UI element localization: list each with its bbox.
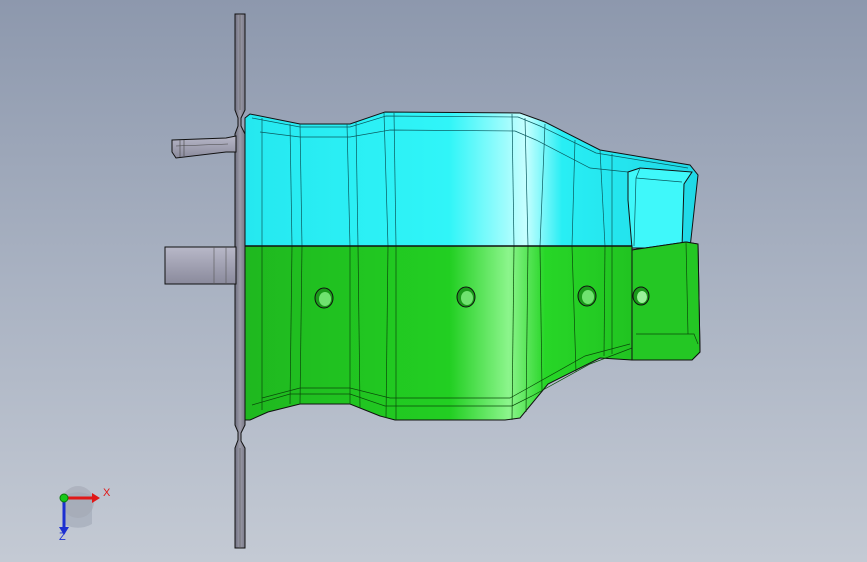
lower-pin[interactable]	[164, 246, 237, 285]
upper-half-body[interactable]	[244, 111, 699, 249]
coordinate-triad: X Z	[40, 480, 120, 550]
graphics-viewport[interactable]: X Z	[0, 0, 867, 562]
z-axis-label: Z	[59, 531, 66, 543]
upper-tab[interactable]	[171, 135, 237, 159]
y-axis-dot	[59, 493, 69, 503]
lower-half-body[interactable]	[244, 241, 701, 421]
part-model[interactable]	[0, 0, 867, 562]
x-axis-label: X	[103, 487, 111, 499]
